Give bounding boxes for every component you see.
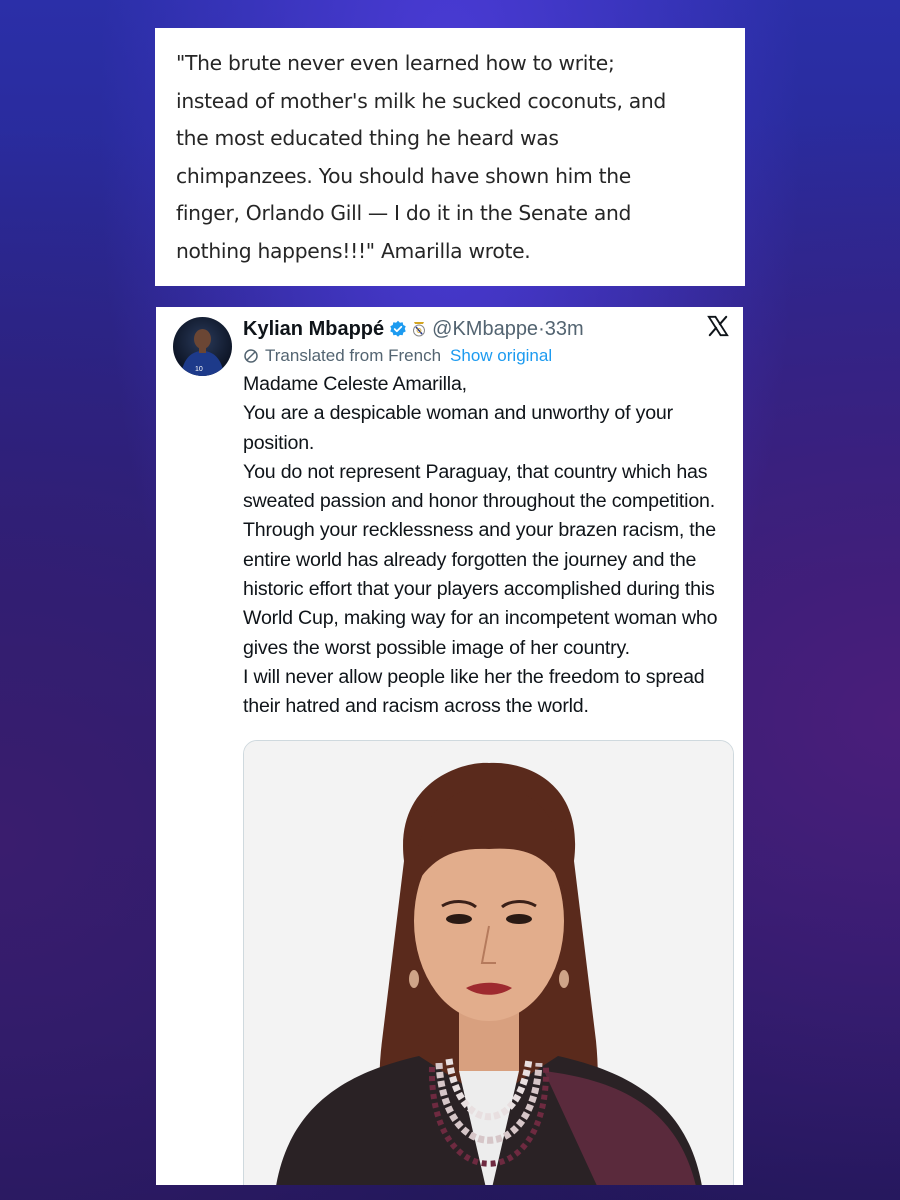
separator-dot: · (538, 317, 545, 340)
quote-line: the most educated thing he heard was (176, 126, 559, 150)
quote-line: finger, Orlando Gill — I do it in the Se… (176, 201, 632, 225)
real-madrid-crest-icon (411, 320, 427, 338)
tweet-paragraph: You are a despicable woman and unworthy … (243, 402, 673, 454)
globe-icon (243, 348, 259, 364)
tweet-body: Madame Celeste Amarilla, You are a despi… (243, 370, 733, 722)
tweet-header: Kylian Mbappé @KMbappe · 33m (243, 314, 584, 344)
translated-label: Translated from French (265, 346, 442, 365)
quote-line: "The brute never even learned how to wri… (176, 51, 615, 75)
author-name[interactable]: Kylian Mbappé (243, 318, 384, 341)
quote-card: "The brute never even learned how to wri… (155, 28, 745, 286)
quote-line: nothing happens!!!" Amarilla wrote. (176, 238, 531, 263)
quote-text: "The brute never even learned how to wri… (176, 45, 725, 270)
tweet-card: 10 Kylian Mbappé @KMbappe · 33m Translat… (156, 307, 743, 1185)
translation-notice: Translated from French Show original (243, 344, 552, 368)
quote-line: instead of mother's milk he sucked cocon… (176, 88, 666, 113)
quote-line: chimpanzees. You should have shown him t… (176, 163, 631, 188)
portrait-illustration (244, 741, 733, 1185)
tweet-photo[interactable] (243, 740, 734, 1185)
svg-text:10: 10 (195, 366, 203, 373)
verified-badge-icon (389, 320, 407, 338)
tweet-paragraph: Madame Celeste Amarilla, (243, 373, 467, 395)
tweet-paragraph: I will never allow people like her the f… (243, 665, 705, 718)
show-original-link[interactable]: Show original (450, 346, 552, 366)
author-handle[interactable]: @KMbappe (432, 318, 538, 341)
x-logo-icon[interactable] (707, 315, 729, 337)
tweet-paragraph: You do not represent Paraguay, that coun… (243, 460, 718, 659)
tweet-timestamp[interactable]: 33m (545, 318, 584, 341)
avatar[interactable]: 10 (173, 317, 232, 376)
